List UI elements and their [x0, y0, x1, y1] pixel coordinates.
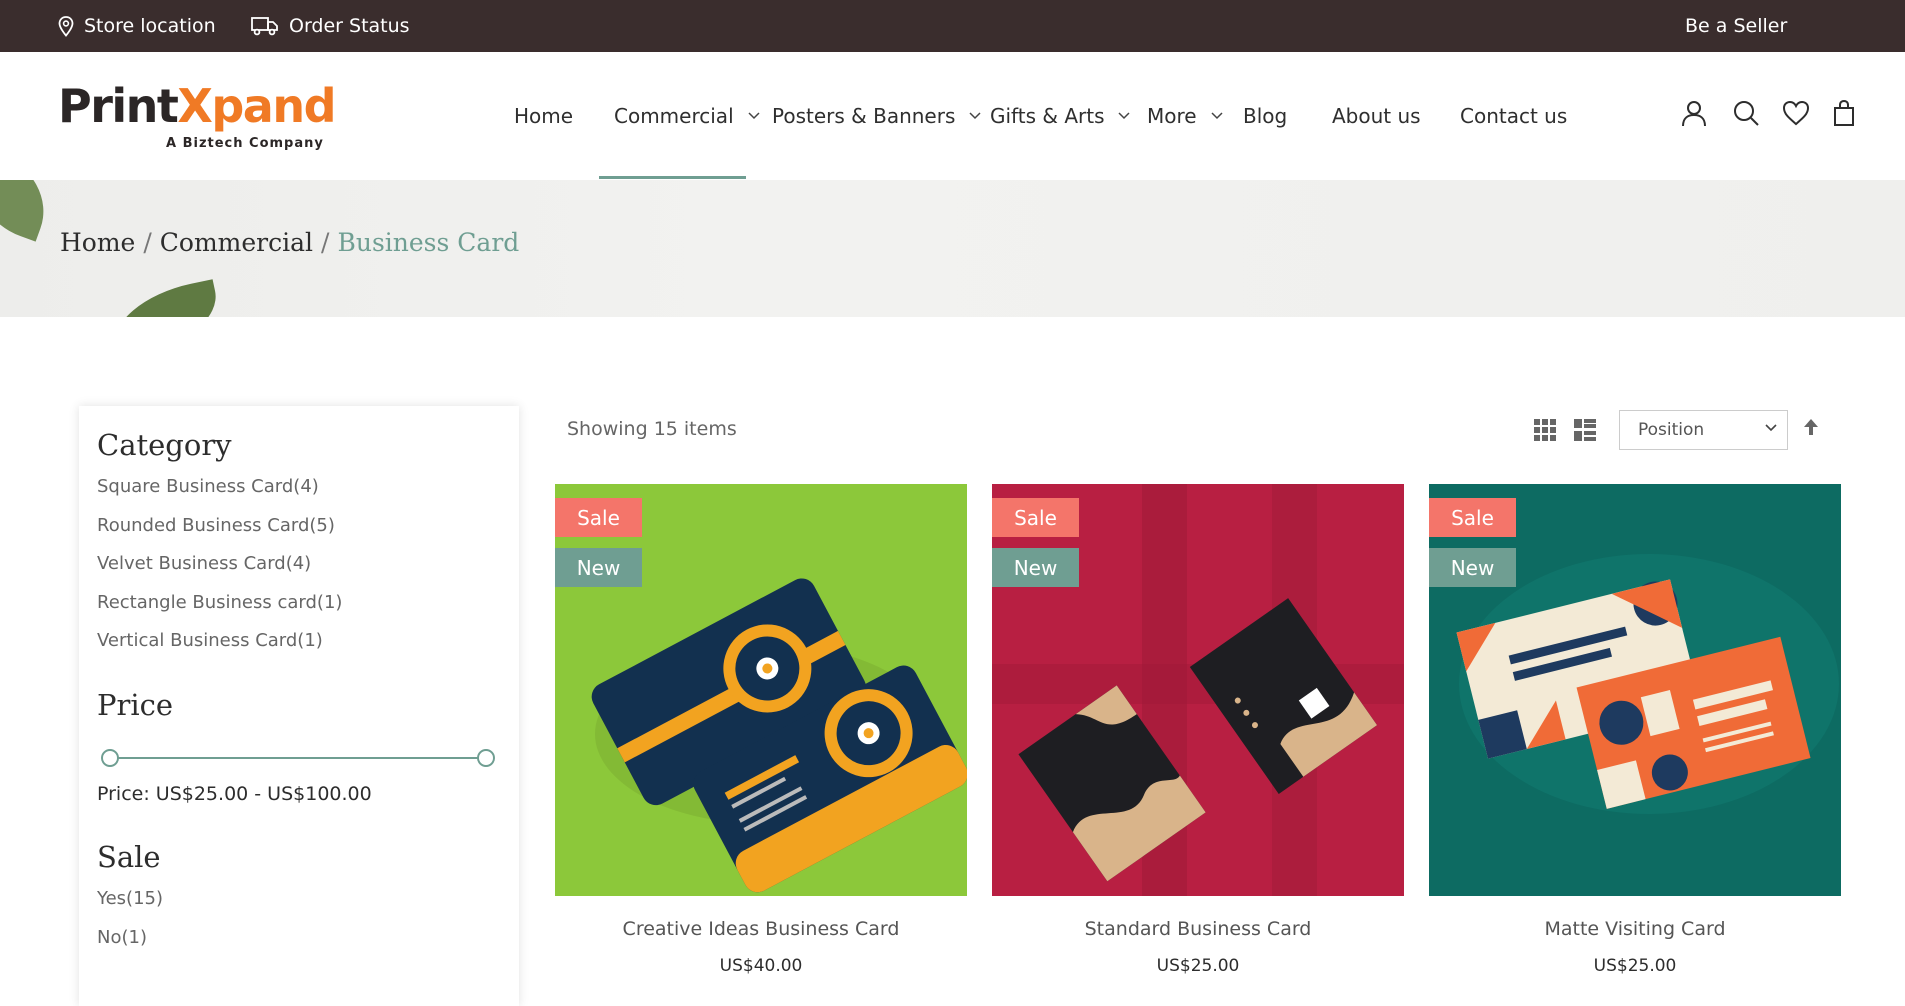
sale-badge: Sale [992, 498, 1079, 537]
price-slider-track [109, 757, 487, 759]
order-status-label: Order Status [289, 15, 410, 37]
sale-option-yes[interactable]: Yes(15) [97, 888, 163, 909]
price-title: Price [97, 688, 174, 722]
be-a-seller-link[interactable]: Be a Seller [1685, 0, 1787, 52]
new-badge: New [555, 548, 642, 587]
product-card: Sale New Standard Business Card US$25.00 [992, 484, 1404, 1004]
nav-item-contact-us[interactable]: Contact us [1460, 52, 1567, 180]
sale-title: Sale [97, 840, 161, 874]
nav-item-blog[interactable]: Blog [1243, 52, 1287, 180]
map-pin-icon [58, 15, 74, 37]
chevron-down-icon [1211, 112, 1223, 120]
new-badge: New [992, 548, 1079, 587]
price-slider-max-handle[interactable] [477, 749, 495, 767]
breadcrumb-separator: / [321, 228, 330, 257]
chevron-down-icon [1118, 112, 1131, 120]
product-image[interactable] [555, 484, 967, 896]
breadcrumb-current: Business Card [337, 228, 520, 257]
category-rounded-business-card[interactable]: Rounded Business Card(5) [97, 515, 335, 536]
breadcrumb-home[interactable]: Home [60, 228, 135, 257]
new-badge: New [1429, 548, 1516, 587]
logo-tagline: A Biztech Company [166, 136, 324, 151]
price-range-slider[interactable] [101, 748, 495, 768]
product-name[interactable]: Creative Ideas Business Card [555, 918, 967, 940]
price-slider-min-handle[interactable] [101, 749, 119, 767]
business-card-mockup-image [555, 484, 967, 896]
product-name[interactable]: Matte Visiting Card [1429, 918, 1841, 940]
decorative-leaf [104, 279, 226, 317]
decorative-leaf [0, 180, 60, 242]
shopping-bag-icon[interactable] [1829, 98, 1859, 128]
list-view-icon[interactable] [1573, 418, 1597, 442]
product-price: US$40.00 [719, 956, 803, 976]
breadcrumb-banner: Home / Commercial / Business Card [0, 180, 1905, 317]
category-rectangle-business-card[interactable]: Rectangle Business card(1) [97, 592, 342, 613]
product-card: Sale New Creative Ideas Business Card US… [555, 484, 967, 1004]
item-count: Showing 15 items [567, 418, 737, 440]
top-bar: Store location Order Status Be a Seller [0, 0, 1905, 52]
printxpand-logo[interactable]: PrintXpand A Biztech Company [58, 78, 337, 158]
nav-item-gifts-arts[interactable]: Gifts & Arts [990, 52, 1131, 180]
heart-icon[interactable] [1781, 98, 1811, 128]
product-price: US$25.00 [1593, 956, 1677, 976]
sort-select[interactable]: Position [1619, 410, 1788, 450]
nav-item-about-us[interactable]: About us [1332, 52, 1421, 180]
chevron-down-icon [1765, 424, 1777, 432]
logo-wordmark: PrintXpand [58, 79, 337, 133]
breadcrumb: Home / Commercial / Business Card [60, 228, 519, 257]
filter-sidebar: Category Square Business Card(4) Rounded… [79, 406, 519, 1006]
be-a-seller-label: Be a Seller [1685, 15, 1788, 37]
nav-item-commercial[interactable]: Commercial [614, 52, 760, 180]
nav-active-indicator [599, 176, 746, 179]
sale-badge: Sale [1429, 498, 1516, 537]
product-card: Sale New Matte Visiting Card US$25.00 [1429, 484, 1841, 1004]
truck-icon [251, 17, 278, 36]
nav-item-posters-banners[interactable]: Posters & Banners [772, 52, 981, 180]
sale-badge: Sale [555, 498, 642, 537]
main-header: PrintXpand A Biztech Company Home Commer… [0, 52, 1905, 180]
sort-direction-arrow-icon[interactable] [1802, 417, 1820, 439]
category-velvet-business-card[interactable]: Velvet Business Card(4) [97, 553, 311, 574]
search-icon[interactable] [1731, 98, 1761, 128]
business-card-mockup-image [992, 484, 1404, 896]
breadcrumb-separator: / [143, 228, 152, 257]
store-location-label: Store location [84, 15, 216, 37]
sale-option-no[interactable]: No(1) [97, 927, 147, 948]
product-image[interactable] [1429, 484, 1841, 896]
product-image[interactable] [992, 484, 1404, 896]
product-price: US$25.00 [1156, 956, 1240, 976]
chevron-down-icon [969, 112, 981, 120]
breadcrumb-commercial[interactable]: Commercial [160, 228, 313, 257]
sort-select-value: Position [1638, 420, 1705, 440]
user-icon[interactable] [1679, 98, 1709, 128]
order-status-link[interactable]: Order Status [251, 0, 410, 52]
price-range-text: Price: US$25.00 - US$100.00 [97, 783, 372, 805]
nav-item-more[interactable]: More [1147, 52, 1223, 180]
grid-view-icon[interactable] [1533, 418, 1557, 442]
category-title: Category [97, 428, 232, 462]
chevron-down-icon [748, 112, 760, 120]
product-name[interactable]: Standard Business Card [992, 918, 1404, 940]
nav-item-home[interactable]: Home [514, 52, 573, 180]
category-square-business-card[interactable]: Square Business Card(4) [97, 476, 319, 497]
category-vertical-business-card[interactable]: Vertical Business Card(1) [97, 630, 323, 651]
business-card-mockup-image [1429, 484, 1841, 896]
store-location-link[interactable]: Store location [58, 0, 216, 52]
